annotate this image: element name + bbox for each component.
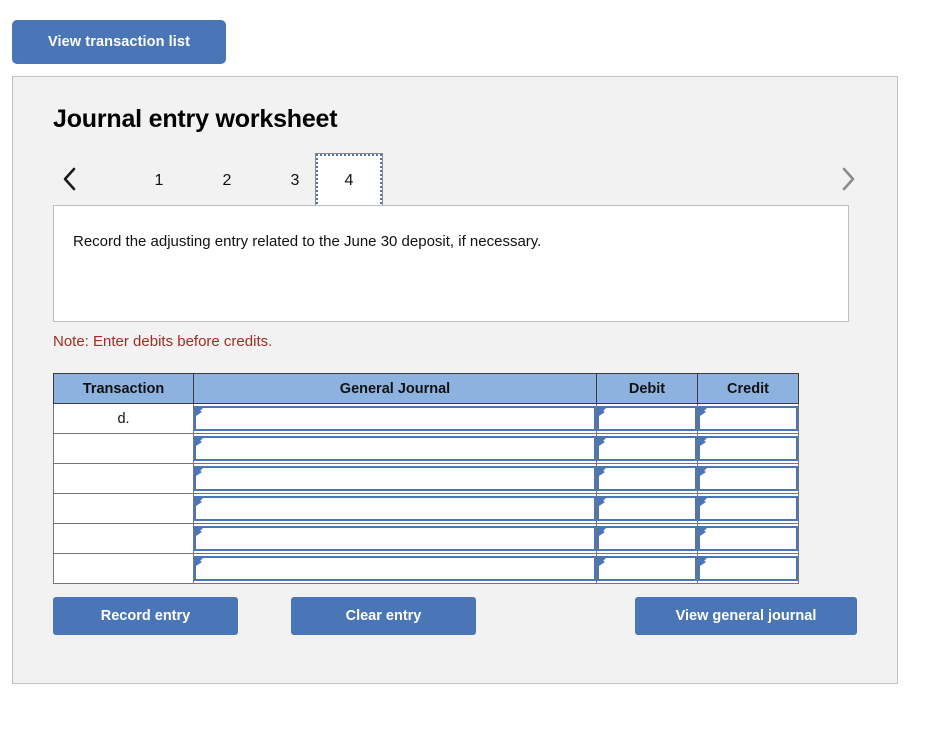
tab-label: 4 [344, 172, 354, 189]
view-general-journal-button[interactable]: View general journal [635, 597, 857, 635]
table-row [53, 463, 799, 494]
debit-input[interactable] [597, 406, 697, 431]
general-journal-input[interactable] [194, 436, 596, 461]
general-journal-input[interactable] [194, 526, 596, 551]
credit-input[interactable] [698, 556, 798, 581]
table-row [53, 493, 799, 524]
page-title: Journal entry worksheet [53, 105, 338, 133]
general-journal-input[interactable] [194, 466, 596, 491]
instruction-text: Record the adjusting entry related to th… [73, 233, 542, 250]
tab-4[interactable]: 4 [315, 153, 383, 209]
credit-input[interactable] [698, 526, 798, 551]
dropdown-arrow-icon [700, 438, 706, 446]
column-header-transaction: Transaction [53, 373, 194, 404]
table-row [53, 523, 799, 554]
table-row [53, 553, 799, 584]
dropdown-arrow-icon [196, 468, 202, 476]
dropdown-arrow-icon [599, 498, 605, 506]
general-journal-cell [193, 433, 597, 464]
dropdown-arrow-icon [196, 408, 202, 416]
debit-cell [596, 433, 698, 464]
tab-label: 1 [154, 172, 164, 189]
credit-input[interactable] [698, 496, 798, 521]
credit-cell [697, 493, 799, 524]
debit-cell [596, 403, 698, 434]
transaction-cell [53, 433, 194, 464]
table-row: d. [53, 403, 799, 434]
debit-input[interactable] [597, 436, 697, 461]
dropdown-arrow-icon [700, 558, 706, 566]
table-row [53, 433, 799, 464]
dropdown-arrow-icon [599, 468, 605, 476]
credit-cell [697, 433, 799, 464]
tab-1[interactable]: 1 [125, 153, 193, 209]
dropdown-arrow-icon [700, 468, 706, 476]
worksheet-tab-strip: 1 2 3 4 [53, 153, 865, 209]
general-journal-cell [193, 523, 597, 554]
chevron-right-icon[interactable] [831, 159, 865, 199]
transaction-cell [53, 493, 194, 524]
credit-cell [697, 403, 799, 434]
instruction-box: Record the adjusting entry related to th… [53, 205, 849, 322]
credit-input[interactable] [698, 466, 798, 491]
credit-input[interactable] [698, 436, 798, 461]
debit-cell [596, 523, 698, 554]
transaction-cell [53, 463, 194, 494]
general-journal-cell [193, 493, 597, 524]
debit-cell [596, 553, 698, 584]
dropdown-arrow-icon [599, 408, 605, 416]
debit-input[interactable] [597, 526, 697, 551]
dropdown-arrow-icon [700, 528, 706, 536]
dropdown-arrow-icon [599, 528, 605, 536]
dropdown-arrow-icon [700, 408, 706, 416]
general-journal-input[interactable] [194, 406, 596, 431]
debits-before-credits-note: Note: Enter debits before credits. [53, 333, 273, 350]
column-header-debit: Debit [596, 373, 698, 404]
dropdown-arrow-icon [196, 438, 202, 446]
debit-input[interactable] [597, 466, 697, 491]
journal-entry-panel: Journal entry worksheet 1 2 3 4 Record t… [12, 76, 898, 684]
transaction-cell [53, 523, 194, 554]
chevron-left-icon[interactable] [53, 159, 87, 199]
debit-input[interactable] [597, 496, 697, 521]
debit-cell [596, 493, 698, 524]
dropdown-arrow-icon [196, 528, 202, 536]
column-header-general-journal: General Journal [193, 373, 597, 404]
tab-label: 2 [222, 172, 232, 189]
credit-cell [697, 523, 799, 554]
general-journal-cell [193, 463, 597, 494]
table-header-row: Transaction General Journal Debit Credit [53, 373, 799, 404]
general-journal-input[interactable] [194, 496, 596, 521]
credit-input[interactable] [698, 406, 798, 431]
transaction-cell [53, 553, 194, 584]
debit-cell [596, 463, 698, 494]
column-header-credit: Credit [697, 373, 799, 404]
tab-label: 3 [290, 172, 300, 189]
dropdown-arrow-icon [700, 498, 706, 506]
dropdown-arrow-icon [196, 498, 202, 506]
dropdown-arrow-icon [599, 558, 605, 566]
general-journal-cell [193, 403, 597, 434]
journal-entry-table: Transaction General Journal Debit Credit… [53, 373, 799, 584]
record-entry-button[interactable]: Record entry [53, 597, 238, 635]
transaction-cell: d. [53, 403, 194, 434]
dropdown-arrow-icon [196, 558, 202, 566]
clear-entry-button[interactable]: Clear entry [291, 597, 476, 635]
credit-cell [697, 463, 799, 494]
debit-input[interactable] [597, 556, 697, 581]
general-journal-cell [193, 553, 597, 584]
view-transaction-list-button[interactable]: View transaction list [12, 20, 226, 64]
dropdown-arrow-icon [599, 438, 605, 446]
tab-2[interactable]: 2 [193, 153, 261, 209]
credit-cell [697, 553, 799, 584]
general-journal-input[interactable] [194, 556, 596, 581]
